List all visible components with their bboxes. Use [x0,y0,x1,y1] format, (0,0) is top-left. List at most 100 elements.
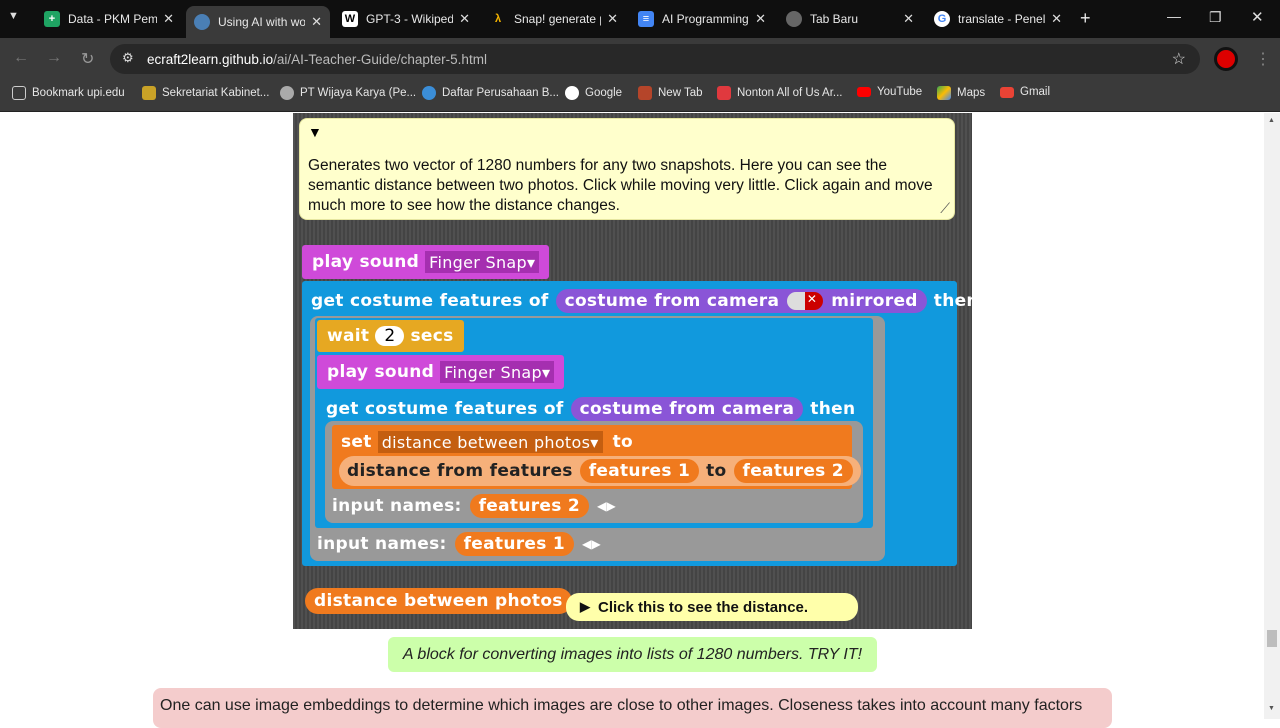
bookmark-item[interactable]: Daftar Perusahaan B... [422,86,559,100]
distance-between-photos-reporter[interactable]: distance between photos [305,588,572,614]
bookmark-label: Bookmark upi.edu [32,87,125,99]
block-label: play sound [312,252,420,272]
features1-variable[interactable]: features 1 [579,459,700,483]
bookmark-label: Nonton All of Us Ar... [737,87,843,99]
sound-dropdown[interactable]: Finger Snap ▾ [440,361,555,383]
block-label: to [706,461,727,481]
get-features-header: get costume features of costume from came… [311,289,979,313]
features2-parameter[interactable]: features 2 [469,494,589,518]
bookmark-label: Maps [957,87,986,99]
sound-dropdown[interactable]: Finger Snap ▾ [425,251,540,273]
mirrored-toggle[interactable]: ✕ [787,292,824,310]
bookmark-item[interactable]: Google [565,86,622,100]
maps-icon [937,86,951,100]
block-label: play sound [327,362,435,382]
bookmark-label: Gmail [1020,86,1051,98]
bookmark-item[interactable]: Sekretariat Kabinet... [142,86,269,100]
input-names-row: input names: features 1 ◀▶ [317,532,601,556]
tab-label: Tab Baru [810,12,859,26]
block-label: costume from camera [564,291,780,311]
bookmark-item[interactable]: Bookmark upi.edu [12,86,125,100]
tab-label: Using AI with wo [218,15,306,29]
address-bar[interactable]: ⚙ ecraft2learn.github.io/ai/AI-Teacher-G… [110,44,1200,74]
bookmark-item[interactable]: Maps [937,86,985,100]
bookmark-item[interactable]: Nonton All of Us Ar... [717,86,842,100]
profile-avatar[interactable] [1214,47,1238,71]
close-tab-icon[interactable]: ✕ [1051,11,1062,27]
bookmark-item[interactable]: PT Wijaya Karya (Pe... [280,86,416,100]
tab-label: translate - Penel [958,12,1046,26]
tab-active[interactable]: Using AI with wo ✕ [186,6,330,38]
tab-search-chevron-icon[interactable]: ▼ [8,10,19,22]
distance-from-features-reporter[interactable]: distance from features features 1 to featur… [339,456,861,486]
youtube-icon [857,87,871,97]
bookmark-item[interactable]: Gmail [1000,86,1050,98]
bookmark-label: Daftar Perusahaan B... [442,87,559,99]
close-tab-icon[interactable]: ✕ [163,11,174,27]
dropdown-value: Finger Snap [444,362,542,382]
close-tab-icon[interactable]: ✕ [755,11,766,27]
scrollbar-thumb[interactable] [1267,630,1277,647]
scroll-down-icon[interactable]: ▼ [1268,705,1275,712]
features2-variable[interactable]: features 2 [733,459,853,483]
block-label: distance from features [347,461,573,481]
block-comment[interactable]: ▼ Generates two vector of 1280 numbers f… [299,118,955,220]
back-icon[interactable]: ← [13,49,29,67]
tab-label: Snap! generate p [514,12,602,26]
block-label: to [612,432,633,452]
close-tab-icon[interactable]: ✕ [311,14,322,30]
snap-lambda-icon: λ [494,13,502,25]
bookmark-item[interactable]: YouTube [857,86,922,98]
reload-icon[interactable]: ↻ [81,49,94,69]
tab[interactable]: Tab Baru ✕ [778,6,922,32]
url-host: ecraft2learn.github.io [147,51,274,67]
close-tab-icon[interactable]: ✕ [459,11,470,27]
tab[interactable]: Gtranslate - Penel ✕ [926,6,1070,32]
variable-dropdown[interactable]: distance between photos ▾ [377,431,603,453]
close-tab-icon[interactable]: ✕ [903,11,914,27]
reporter-comment[interactable]: ▶ Click this to see the distance. [566,593,858,621]
scrollbar[interactable]: ▲ ▼ [1264,113,1280,719]
inner-get-features-header: get costume features of costume from came… [326,397,855,421]
arrows-icon[interactable]: ◀▶ [582,537,601,551]
minimize-icon[interactable]: — [1167,8,1181,24]
wait-block[interactable]: wait 2 secs [317,320,464,352]
restore-icon[interactable]: ❐ [1209,9,1222,26]
scroll-up-icon[interactable]: ▲ [1268,117,1275,124]
chrome-icon [786,11,802,27]
snap-script-image[interactable]: ▼ Generates two vector of 1280 numbers f… [293,113,979,629]
tab-label: GPT-3 - Wikiped [366,12,454,26]
wikipedia-icon: W [342,11,358,27]
comment-text: Click this to see the distance. [598,598,809,616]
block-label: input names: [317,534,447,554]
bookmark-label: Google [585,87,623,99]
collapse-triangle-icon[interactable]: ▼ [308,124,322,140]
google-icon [565,86,579,100]
costume-from-camera-reporter[interactable]: costume from camera [570,397,804,421]
forward-icon[interactable]: → [46,49,62,67]
tab[interactable]: + Data - PKM Pem ✕ [36,6,182,32]
costume-from-camera-reporter[interactable]: costume from camera ✕ mirrored [555,289,927,313]
features1-parameter[interactable]: features 1 [454,532,574,556]
tab[interactable]: W GPT-3 - Wikiped ✕ [334,6,478,32]
wait-seconds-input[interactable]: 2 [375,326,405,346]
menu-icon[interactable]: ⋮ [1255,49,1271,69]
resize-handle-icon[interactable]: ⟋ [940,200,950,217]
folder-icon [12,86,26,100]
new-tab-icon[interactable]: + [1080,8,1091,29]
close-window-icon[interactable]: ✕ [1251,8,1264,26]
info-paragraph: One can use image embeddings to determin… [153,688,1112,728]
input-names-row: input names: features 2 ◀▶ [332,494,616,518]
play-sound-block[interactable]: play sound Finger Snap ▾ [302,245,550,279]
close-tab-icon[interactable]: ✕ [607,11,618,27]
tab[interactable]: ≡ AI Programming ✕ [630,6,774,32]
set-row: set distance between photos ▾ to [341,431,633,453]
arrows-icon[interactable]: ◀▶ [597,499,616,513]
bookmark-star-icon[interactable]: ☆ [1172,49,1186,69]
play-sound-block[interactable]: play sound Finger Snap ▾ [317,355,565,389]
bookmark-item[interactable]: New Tab [638,86,703,100]
tab[interactable]: λ Snap! generate p ✕ [482,6,626,32]
expand-triangle-icon[interactable]: ▶ [580,599,590,615]
garuda-icon [142,86,156,100]
site-settings-icon[interactable]: ⚙ [122,50,134,66]
